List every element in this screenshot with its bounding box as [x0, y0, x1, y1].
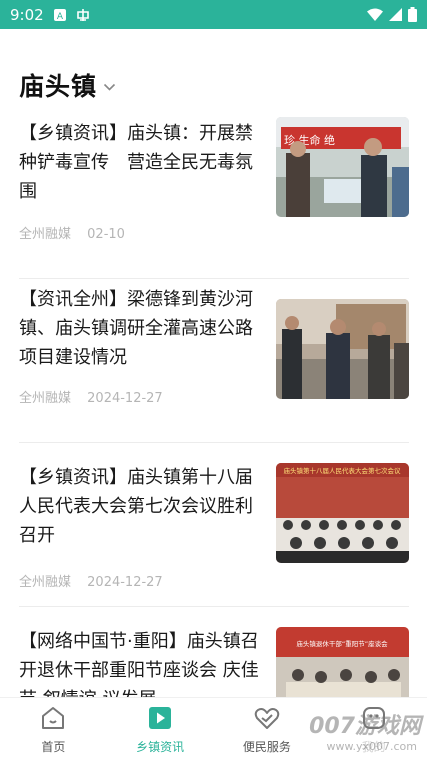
- heart-hand-icon: [254, 708, 280, 729]
- article-source: 全州融媒: [19, 575, 72, 590]
- notification-app-icon: [76, 8, 89, 21]
- article-date: 2024-12-27: [87, 391, 163, 406]
- nav-home-label: 首页: [41, 740, 66, 754]
- home-icon: [42, 707, 65, 729]
- article-item[interactable]: 【资讯全州】梁德锋到黄沙河镇、庙头镇调研全灌高速公路项目建设情况 全州融媒 20…: [19, 279, 409, 443]
- article-title: 【资讯全州】梁德锋到黄沙河镇、庙头镇调研全灌高速公路项目建设情况: [19, 289, 253, 368]
- chevron-down-icon: [103, 83, 116, 91]
- article-title: 【乡镇资讯】庙头镇：开展禁种铲毒宣传 营造全民无毒氛围: [19, 123, 253, 202]
- article-item[interactable]: 【网络中国节·重阳】庙头镇召开退休干部重阳节座谈会 庆佳节 叙情谊 议发展 庙头…: [19, 607, 409, 697]
- article-title: 【乡镇资讯】庙头镇第十八届人民代表大会第七次会议胜利召开: [19, 467, 253, 546]
- town-selector[interactable]: 庙头镇: [19, 67, 116, 103]
- article-item[interactable]: 【乡镇资讯】庙头镇：开展禁种铲毒宣传 营造全民无毒氛围 全州融媒 02-10 珍…: [19, 115, 409, 279]
- article-date: 02-10: [87, 227, 125, 242]
- watermark-sub: www.yx007.com: [326, 740, 417, 753]
- page-title: 庙头镇: [19, 72, 98, 101]
- article-thumbnail: [276, 299, 409, 399]
- thumbnail-banner-text: 庙头镇退休干部“重阳节”座谈会: [296, 639, 388, 648]
- play-square-icon: [149, 707, 172, 729]
- article-meta: 全州融媒 02-10: [19, 223, 125, 242]
- nav-home[interactable]: 首页: [0, 698, 107, 760]
- article-meta: 全州融媒 2024-12-27: [19, 571, 163, 590]
- watermark: 007游戏网: [309, 714, 421, 739]
- article-source: 全州融媒: [19, 227, 72, 242]
- nav-town-news-label: 乡镇资讯: [136, 740, 185, 754]
- thumbnail-banner-text: 庙头镇第十八届人民代表大会第七次会议: [284, 466, 402, 475]
- wifi-icon: [367, 8, 383, 21]
- article-thumbnail: 庙头镇第十八届人民代表大会第七次会议: [276, 463, 409, 563]
- signal-icon: [389, 8, 402, 21]
- article-title: 【网络中国节·重阳】庙头镇召开退休干部重阳节座谈会 庆佳节 叙情谊 议发展: [19, 631, 259, 697]
- battery-icon: [408, 7, 417, 22]
- nav-services[interactable]: 便民服务: [214, 698, 321, 760]
- status-bar: 9:02 A: [0, 0, 427, 29]
- article-thumbnail: 珍 生命 绝: [276, 117, 409, 217]
- notification-a-icon: A: [53, 8, 66, 21]
- article-date: 2024-12-27: [87, 575, 163, 590]
- article-list: 【乡镇资讯】庙头镇：开展禁种铲毒宣传 营造全民无毒氛围 全州融媒 02-10 珍…: [19, 115, 409, 697]
- article-thumbnail: 庙头镇退休干部“重阳节”座谈会: [276, 627, 409, 697]
- status-time: 9:02: [10, 5, 44, 24]
- nav-town-news[interactable]: 乡镇资讯: [107, 698, 214, 760]
- article-meta: 全州融媒 2024-12-27: [19, 387, 163, 406]
- article-item[interactable]: 【乡镇资讯】庙头镇第十八届人民代表大会第七次会议胜利召开 全州融媒 2024-1…: [19, 443, 409, 607]
- article-source: 全州融媒: [19, 391, 72, 406]
- nav-services-label: 便民服务: [242, 740, 291, 754]
- svg-text:A: A: [57, 12, 64, 21]
- content-area: 庙头镇 【乡镇资讯】庙头镇：开展禁种铲毒宣传 营造全民无毒氛围 全州融媒 02-…: [0, 29, 427, 697]
